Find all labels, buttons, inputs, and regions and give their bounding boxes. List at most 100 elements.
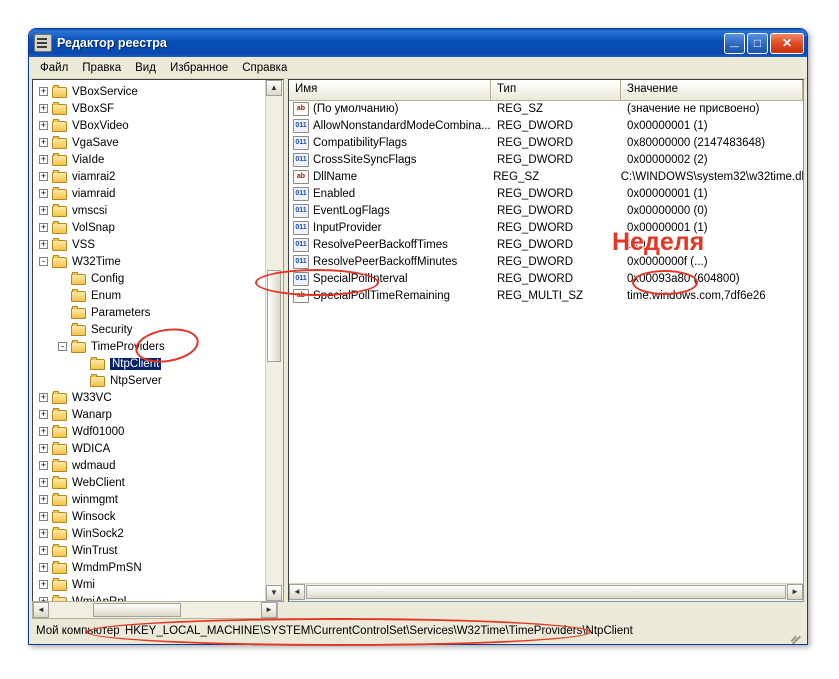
- expand-icon[interactable]: +: [39, 155, 48, 164]
- resize-grip-icon[interactable]: [788, 624, 802, 638]
- tree-item[interactable]: + Winsock: [33, 508, 266, 525]
- close-icon: ✕: [781, 35, 793, 50]
- menu-item-file[interactable]: Файл: [33, 60, 75, 76]
- minimize-button[interactable]: _: [724, 32, 745, 54]
- registry-values-pane[interactable]: Имя Тип Значение ab (По умолчанию) REG_SZ (…: [288, 79, 804, 602]
- expand-icon[interactable]: +: [39, 529, 48, 538]
- tree-scroll-thumb[interactable]: [267, 270, 281, 362]
- tree-item[interactable]: + ViaIde: [33, 151, 266, 168]
- tree-item[interactable]: + WebClient: [33, 474, 266, 491]
- tree-item[interactable]: + VBoxService: [33, 83, 266, 100]
- expand-icon[interactable]: +: [39, 427, 48, 436]
- tree-item[interactable]: + WmdmPmSN: [33, 559, 266, 576]
- close-button[interactable]: ✕: [770, 32, 804, 54]
- expand-icon[interactable]: +: [39, 478, 48, 487]
- values-scroll-left-icon[interactable]: ◄: [289, 584, 305, 600]
- expand-icon[interactable]: +: [39, 189, 48, 198]
- expand-icon[interactable]: +: [39, 223, 48, 232]
- menu-item-help[interactable]: Справка: [235, 60, 294, 76]
- values-scroll-right-icon[interactable]: ►: [787, 584, 803, 600]
- values-list[interactable]: ab (По умолчанию) REG_SZ (значение не присв…: [289, 100, 803, 583]
- tree-item[interactable]: Enum: [33, 287, 266, 304]
- tree-hscroll-thumb[interactable]: [93, 603, 181, 617]
- table-row[interactable]: 011 ResolvePeerBackoffMinutes REG_DWORD 0x0…: [289, 253, 803, 270]
- tree-item[interactable]: Config: [33, 270, 266, 287]
- table-row[interactable]: 011 AllowNonstandardModeCombina... REG_DWO…: [289, 117, 803, 134]
- collapse-icon[interactable]: -: [58, 342, 67, 351]
- tree-item[interactable]: + Wmi: [33, 576, 266, 593]
- tree-item[interactable]: + Wdf01000: [33, 423, 266, 440]
- maximize-button[interactable]: □: [747, 32, 768, 54]
- values-horizontal-scrollbar[interactable]: ◄ ►: [289, 583, 803, 601]
- expand-icon[interactable]: +: [39, 512, 48, 521]
- expand-icon[interactable]: +: [39, 87, 48, 96]
- value-name-cell: 011 SpecialPollInterval: [289, 271, 491, 286]
- tree-item[interactable]: + VBoxSF: [33, 100, 266, 117]
- tree-scroll-right-icon[interactable]: ►: [261, 602, 277, 618]
- expand-icon[interactable]: +: [39, 393, 48, 402]
- tree-item[interactable]: + viamraid: [33, 185, 266, 202]
- tree-scroll-up-icon[interactable]: ▲: [266, 80, 282, 96]
- menu-item-view[interactable]: Вид: [128, 60, 163, 76]
- expand-icon[interactable]: +: [39, 495, 48, 504]
- expand-icon[interactable]: +: [39, 138, 48, 147]
- table-row[interactable]: 011 CrossSiteSyncFlags REG_DWORD 0x00000002…: [289, 151, 803, 168]
- value-data: 0x00000002 (2): [627, 153, 708, 166]
- table-row[interactable]: 011 Enabled REG_DWORD 0x00000001 (1): [289, 185, 803, 202]
- tree-item[interactable]: + Wanarp: [33, 406, 266, 423]
- table-row[interactable]: ab DllName REG_SZ C:\WINDOWS\system32\w32ti…: [289, 168, 803, 185]
- tree-item[interactable]: NtpClient: [33, 355, 266, 372]
- expand-icon[interactable]: +: [39, 104, 48, 113]
- tree-item[interactable]: - TimeProviders: [33, 338, 266, 355]
- registry-tree-pane[interactable]: + VBoxService + VBoxSF + VBoxVideo + VgaSave + Vi…: [32, 79, 284, 602]
- tree-item[interactable]: + WDICA: [33, 440, 266, 457]
- table-row[interactable]: ab SpecialPollTimeRemaining REG_MULTI_SZ ti…: [289, 287, 803, 304]
- table-row[interactable]: 011 SpecialPollInterval REG_DWORD 0x00093a8…: [289, 270, 803, 287]
- expand-icon[interactable]: +: [39, 240, 48, 249]
- expand-icon[interactable]: +: [39, 563, 48, 572]
- tree-item[interactable]: +WmiApRpl: [33, 593, 266, 601]
- collapse-icon[interactable]: -: [39, 257, 48, 266]
- expand-icon[interactable]: +: [39, 206, 48, 215]
- expand-icon[interactable]: +: [39, 546, 48, 555]
- expand-icon[interactable]: +: [39, 461, 48, 470]
- expand-icon[interactable]: +: [39, 410, 48, 419]
- tree-scroll-down-icon[interactable]: ▼: [266, 585, 282, 601]
- tree-item[interactable]: + WinSock2: [33, 525, 266, 542]
- table-row[interactable]: 011 InputProvider REG_DWORD 0x00000001 (1): [289, 219, 803, 236]
- dword-value-icon: 011: [293, 203, 309, 218]
- tree-item[interactable]: NtpServer: [33, 372, 266, 389]
- tree-item[interactable]: + VgaSave: [33, 134, 266, 151]
- tree-item[interactable]: + VSS: [33, 236, 266, 253]
- tree-item[interactable]: - W32Time: [33, 253, 266, 270]
- tree-item[interactable]: + winmgmt: [33, 491, 266, 508]
- table-row[interactable]: 011 EventLogFlags REG_DWORD 0x00000000 (0): [289, 202, 803, 219]
- tree-scroll-left-icon[interactable]: ◄: [33, 602, 49, 618]
- expand-icon[interactable]: +: [39, 580, 48, 589]
- tree-horizontal-scrollbar[interactable]: ◄ ►: [32, 601, 278, 619]
- tree-item[interactable]: + WinTrust: [33, 542, 266, 559]
- tree-item[interactable]: + wdmaud: [33, 457, 266, 474]
- expand-icon[interactable]: +: [39, 444, 48, 453]
- tree-item[interactable]: + VBoxVideo: [33, 117, 266, 134]
- tree-item[interactable]: + viamrai2: [33, 168, 266, 185]
- tree-item[interactable]: + W33VC: [33, 389, 266, 406]
- table-row[interactable]: ab (По умолчанию) REG_SZ (значение не присв…: [289, 100, 803, 117]
- column-header-name[interactable]: Имя: [289, 80, 491, 100]
- tree-vertical-scrollbar[interactable]: ▲ ▼: [265, 80, 283, 601]
- tree-item-label: Wmi: [72, 578, 95, 591]
- menu-item-favorites[interactable]: Избранное: [163, 60, 235, 76]
- table-row[interactable]: 011 ResolvePeerBackoffTimes REG_DWORD 0x0..…: [289, 236, 803, 253]
- registry-tree[interactable]: + VBoxService + VBoxSF + VBoxVideo + VgaSave + Vi…: [33, 80, 266, 601]
- values-scroll-thumb[interactable]: [306, 585, 786, 599]
- menu-item-edit[interactable]: Правка: [75, 60, 128, 76]
- tree-item[interactable]: + vmscsi: [33, 202, 266, 219]
- expand-icon[interactable]: +: [39, 121, 48, 130]
- table-row[interactable]: 011 CompatibilityFlags REG_DWORD 0x80000000…: [289, 134, 803, 151]
- expand-icon[interactable]: +: [39, 172, 48, 181]
- column-header-value[interactable]: Значение: [621, 80, 803, 100]
- tree-item[interactable]: Security: [33, 321, 266, 338]
- column-header-type[interactable]: Тип: [491, 80, 621, 100]
- tree-item[interactable]: + VolSnap: [33, 219, 266, 236]
- tree-item[interactable]: Parameters: [33, 304, 266, 321]
